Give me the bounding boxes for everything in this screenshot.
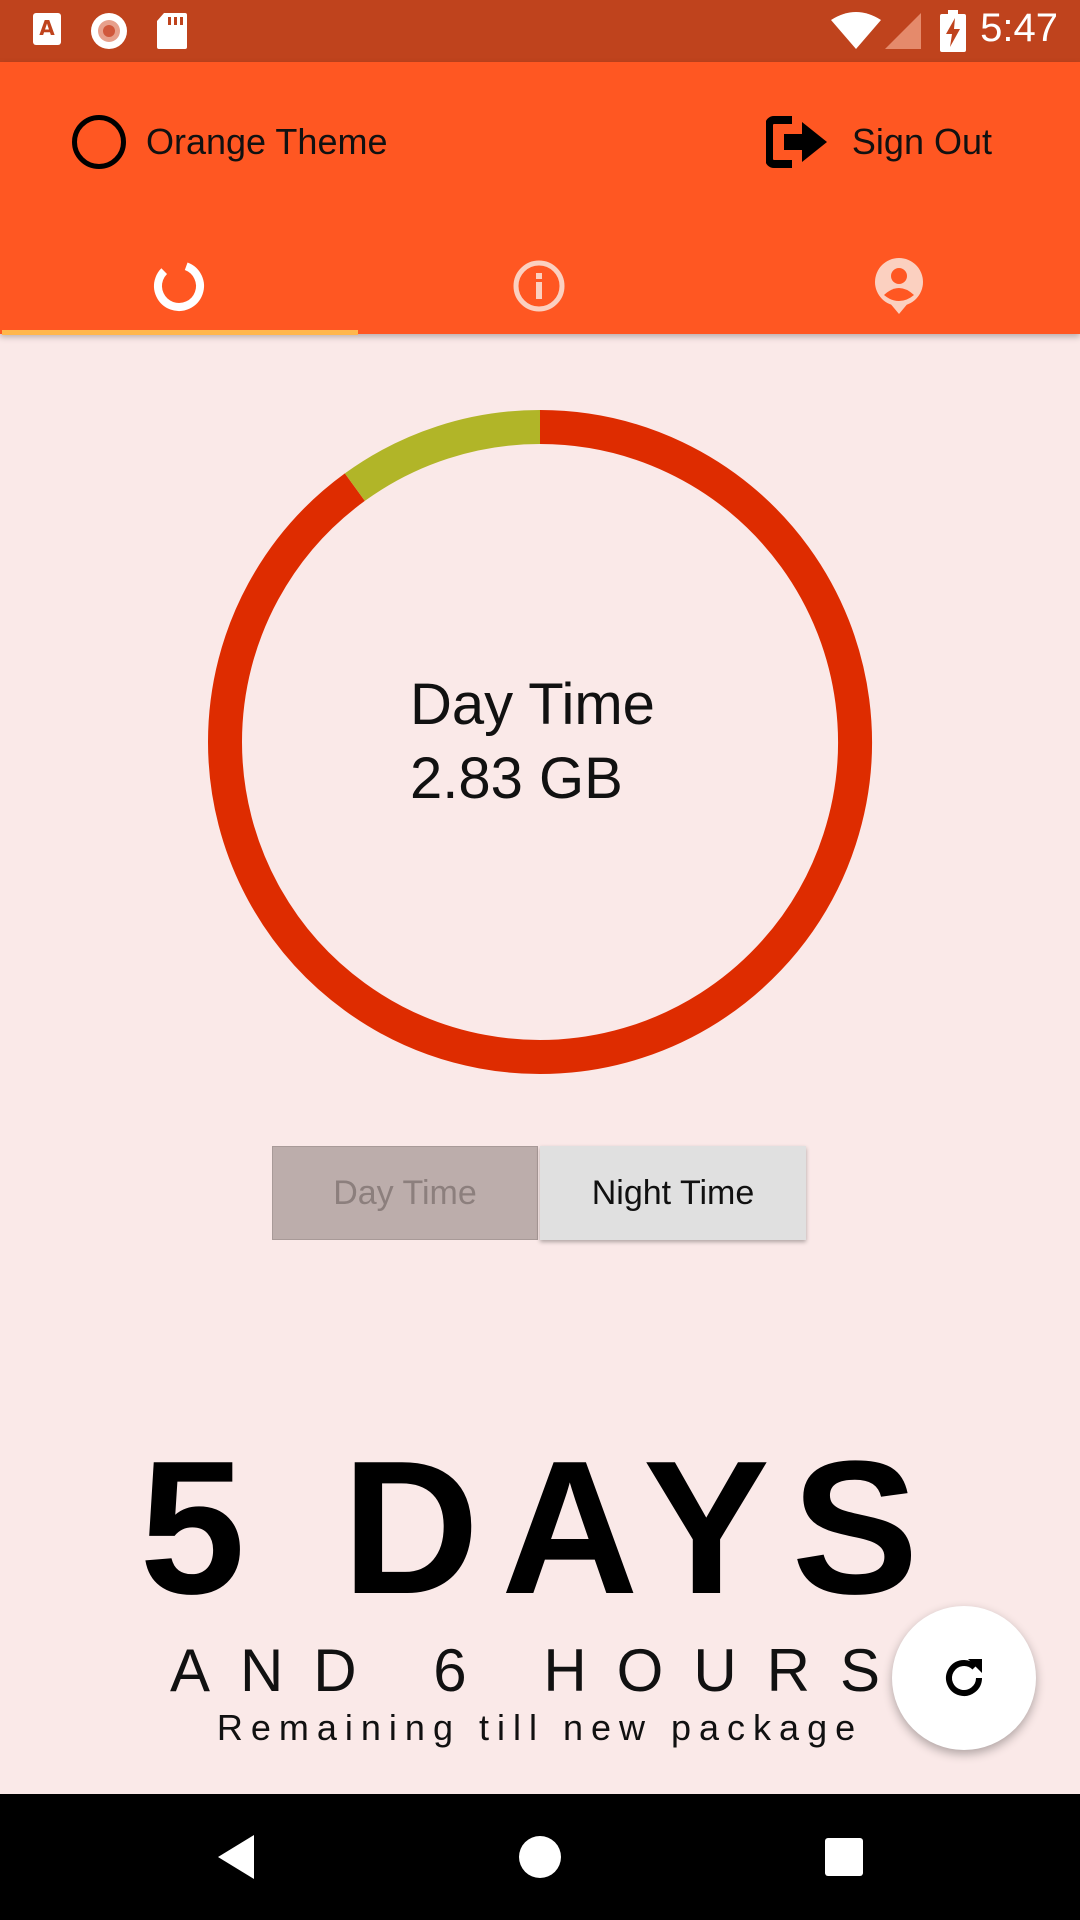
sd-card-icon [157, 13, 187, 49]
tab-info[interactable] [360, 238, 718, 334]
night-time-button[interactable]: Night Time [540, 1146, 806, 1240]
app-bar: Orange Theme Sign Out [0, 62, 1080, 335]
account-pin-icon [875, 258, 923, 314]
recents-button[interactable] [784, 1794, 904, 1920]
logout-icon [765, 116, 827, 168]
sign-out-button[interactable]: Sign Out [765, 102, 992, 182]
wifi-icon [831, 12, 881, 49]
system-nav-bar [0, 1794, 1080, 1920]
tab-account[interactable] [720, 238, 1078, 334]
ring-segment-remaining [344, 410, 541, 502]
recents-icon [825, 1838, 863, 1876]
status-bar: A 5:47 [0, 0, 1080, 62]
app-a-icon: A [33, 13, 61, 45]
tab-usage[interactable] [0, 238, 358, 334]
day-time-button[interactable]: Day Time [272, 1146, 538, 1240]
record-icon [91, 13, 127, 49]
chart-center-label: Day Time 2.83 GB [410, 668, 655, 816]
svg-text:A: A [39, 16, 55, 40]
tab-indicator [2, 330, 358, 335]
refresh-button[interactable] [892, 1606, 1036, 1750]
donut-chart-icon [154, 261, 204, 311]
theme-label: Orange Theme [146, 121, 388, 162]
back-icon [218, 1835, 254, 1879]
info-icon [513, 260, 565, 312]
home-icon [519, 1836, 561, 1878]
theme-button[interactable]: Orange Theme [72, 102, 387, 182]
clock-time: 5:47 [980, 6, 1058, 50]
sign-out-label: Sign Out [851, 121, 992, 162]
refresh-icon [946, 1659, 982, 1696]
back-button[interactable] [176, 1794, 296, 1920]
usage-title: Day Time [410, 672, 655, 737]
home-button[interactable] [480, 1794, 600, 1920]
days-remaining: 5 DAYS [139, 1422, 941, 1634]
battery-charging-icon [940, 10, 966, 52]
theme-circle-icon [72, 115, 126, 169]
signal-icon [885, 13, 921, 49]
usage-value: 2.83 GB [410, 746, 623, 811]
